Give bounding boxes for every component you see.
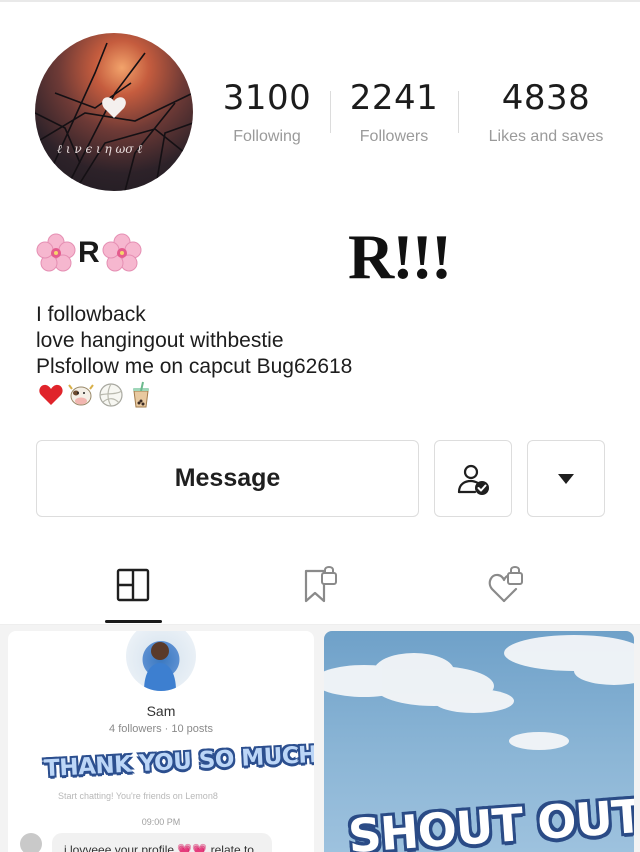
heart-lock-icon bbox=[488, 566, 523, 603]
person-photo-icon bbox=[144, 642, 176, 691]
stat-divider bbox=[458, 91, 459, 133]
stat-likes[interactable]: 4838 Likes and saves bbox=[477, 78, 615, 146]
stat-followers[interactable]: 2241 Followers bbox=[349, 78, 439, 146]
post-user-meta: 4 followers · 10 posts bbox=[109, 723, 213, 735]
user-check-icon bbox=[457, 464, 489, 495]
bookmark-lock-icon bbox=[304, 566, 337, 603]
cow-icon bbox=[68, 384, 94, 406]
followers-label: Followers bbox=[359, 128, 429, 145]
bio-line: Plsfollow me on capcut Bug62618 bbox=[36, 355, 353, 378]
cherry-blossom-icon bbox=[36, 233, 76, 272]
chat-avatar bbox=[20, 833, 42, 852]
followers-count: 2241 bbox=[349, 78, 439, 118]
svg-text:ℓ ι ν є ι η ωσ ℓ: ℓ ι ν є ι η ωσ ℓ bbox=[57, 142, 142, 156]
active-tab-indicator bbox=[105, 620, 162, 623]
bubble-tea-icon bbox=[133, 381, 149, 408]
post-chat-time: 09:00 PM bbox=[141, 817, 181, 827]
stat-divider bbox=[330, 91, 331, 133]
profile-display-name-large: R!!! bbox=[348, 221, 452, 292]
tab-saved[interactable] bbox=[300, 565, 340, 605]
more-options-button[interactable] bbox=[527, 440, 605, 517]
profile-name: R bbox=[78, 236, 100, 269]
likes-count: 4838 bbox=[501, 78, 591, 118]
profile-avatar[interactable]: ℓ ι ν є ι η ωσ ℓ bbox=[35, 33, 193, 191]
caret-down-icon bbox=[558, 473, 574, 484]
message-button[interactable]: Message bbox=[36, 440, 419, 517]
post-card[interactable]: SHOUT OUT bbox=[324, 631, 634, 852]
post-faint-text: Start chatting! You're friends on Lemon8 bbox=[58, 791, 218, 801]
following-count: 3100 bbox=[222, 78, 312, 118]
bio-emoji-row bbox=[37, 381, 155, 409]
volleyball-icon bbox=[99, 383, 123, 407]
tab-posts[interactable] bbox=[113, 565, 153, 605]
top-border bbox=[0, 0, 640, 2]
likes-label: Likes and saves bbox=[488, 128, 604, 145]
stat-following[interactable]: 3100 Following bbox=[222, 78, 312, 146]
post-user-name: Sam bbox=[146, 703, 176, 719]
cherry-blossom-icon bbox=[102, 233, 142, 272]
profile-bio: I followback love hangingout withbestie … bbox=[36, 302, 352, 380]
message-button-label: Message bbox=[174, 464, 281, 492]
following-label: Following bbox=[233, 128, 301, 145]
post-overlay-text: THANK YOU SO MUCH bbox=[43, 741, 314, 783]
grid-icon bbox=[116, 568, 150, 602]
profile-name-row: R bbox=[36, 232, 142, 274]
chat-bubble: i lovveee your profile 💗💗 relate to bbox=[52, 833, 272, 852]
bio-line: I followback bbox=[36, 303, 146, 326]
tab-liked[interactable] bbox=[486, 565, 526, 605]
bio-line: love hangingout withbestie bbox=[36, 329, 284, 352]
friend-status-button[interactable] bbox=[434, 440, 512, 517]
post-card[interactable]: Sam 4 followers · 10 posts Start chattin… bbox=[8, 631, 314, 852]
post-user-avatar bbox=[126, 631, 196, 691]
avatar-branches-icon: ℓ ι ν є ι η ωσ ℓ bbox=[35, 42, 193, 191]
heart-icon bbox=[39, 384, 63, 405]
